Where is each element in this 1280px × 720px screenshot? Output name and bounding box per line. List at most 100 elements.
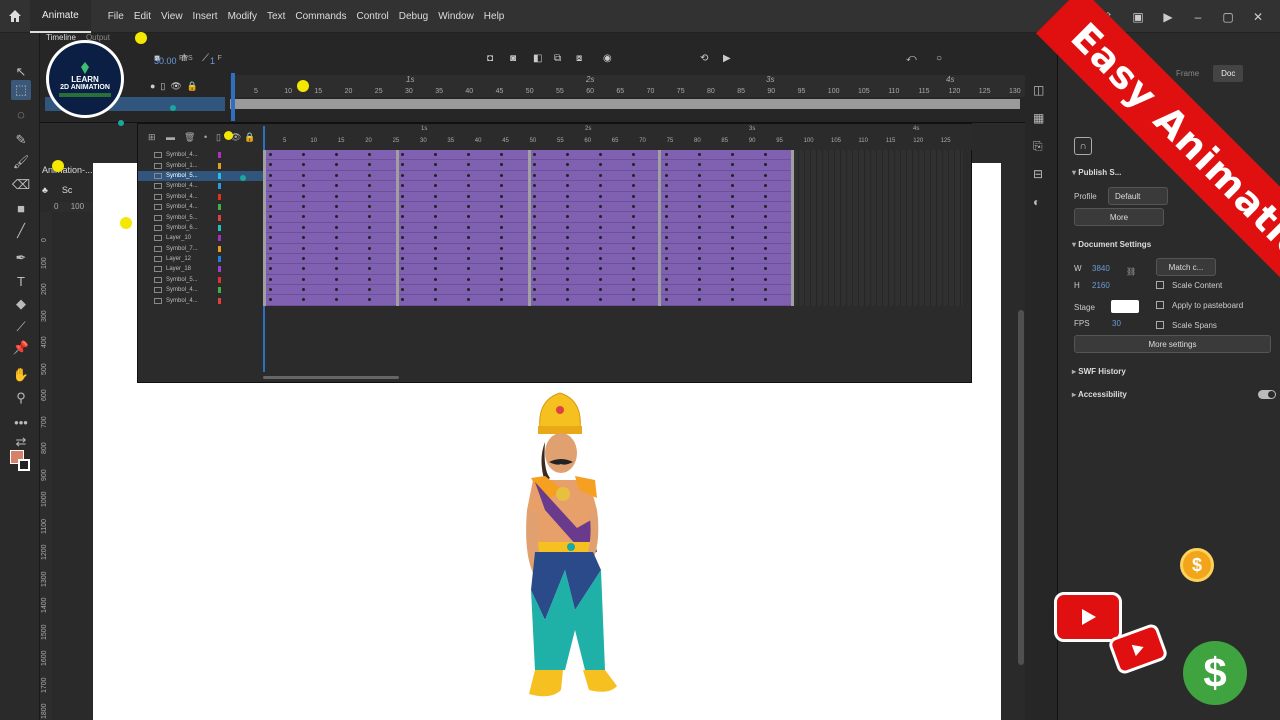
keyframe-icon[interactable]: ◘ — [487, 53, 493, 64]
menu-insert[interactable]: Insert — [188, 11, 223, 22]
stroke-color-swatch[interactable] — [18, 459, 30, 471]
graph-icon[interactable]: ⟋ — [202, 53, 209, 64]
scene-short[interactable]: Sc — [62, 185, 73, 195]
insert-frame-icon[interactable]: ◧ — [533, 53, 542, 64]
scene-label[interactable]: Animation-... — [42, 165, 94, 175]
menu-view[interactable]: View — [156, 11, 188, 22]
timeline-ruler[interactable]: 5 10 15 20 25 30 35 40 45 50 55 60 65 70 75 80 85 90 95 100… — [230, 75, 1025, 97]
menu-window[interactable]: Window — [433, 11, 479, 22]
menu-text[interactable]: Text — [262, 11, 290, 22]
match-contents-button[interactable]: Match c... — [1156, 258, 1216, 276]
layer-color-swatch[interactable] — [218, 297, 221, 304]
paint-bucket-icon[interactable]: ◆ — [12, 295, 30, 313]
playhead[interactable] — [231, 73, 235, 121]
swap-colors-icon[interactable]: ⇄ — [12, 433, 30, 451]
nested-ruler[interactable]: 5 10 15 20 25 30 35 40 45 50 55 60 65 70 75 80 85 90 95 100… — [263, 124, 973, 150]
layer-row[interactable]: Symbol_4... — [138, 150, 263, 160]
zoom-slider-knob[interactable]: ○ — [936, 53, 942, 64]
eraser-tool-icon[interactable]: ⌫ — [12, 176, 30, 194]
more-settings-button[interactable]: More settings — [1074, 335, 1271, 353]
frame-track[interactable] — [230, 99, 1020, 109]
character-illustration[interactable] — [505, 390, 640, 705]
outline-icon[interactable]: ▯ — [216, 132, 221, 143]
loop-icon[interactable]: ⟲ — [700, 53, 708, 64]
layer-row[interactable]: Symbol_5... — [138, 212, 263, 222]
create-tween-icon[interactable]: ⧉ — [554, 53, 561, 64]
accessibility-toggle[interactable] — [1258, 390, 1276, 399]
app-tab-animate[interactable]: Animate — [30, 0, 91, 33]
delete-layer-icon[interactable]: 🗑 — [184, 132, 195, 143]
close-button[interactable]: ✕ — [1252, 10, 1264, 24]
text-tool-icon[interactable]: T — [12, 272, 30, 290]
menu-commands[interactable]: Commands — [290, 11, 351, 22]
tab-frame[interactable]: Frame — [1168, 65, 1207, 82]
apply-pasteboard-checkbox[interactable] — [1156, 301, 1164, 309]
layer-color-swatch[interactable] — [218, 276, 221, 283]
menu-help[interactable]: Help — [479, 11, 510, 22]
document-settings-header[interactable]: Document Settings — [1058, 240, 1280, 249]
layer-row[interactable]: Symbol_1... — [138, 160, 263, 170]
highlight-icon[interactable]: • — [204, 132, 207, 142]
layer-color-swatch[interactable] — [218, 256, 221, 263]
pin-tool-icon[interactable]: 📌 — [12, 339, 30, 357]
free-transform-tool-icon[interactable]: ⬚ — [11, 80, 31, 100]
layer-row[interactable]: Symbol_5... — [138, 275, 263, 285]
add-layer-icon[interactable]: ⊞ — [148, 132, 156, 143]
empty-frames[interactable] — [793, 150, 963, 306]
layer-color-swatch[interactable] — [218, 224, 221, 231]
layer-row[interactable]: Symbol_4... — [138, 181, 263, 191]
menu-file[interactable]: File — [103, 11, 129, 22]
undo-icon[interactable]: ⤺ — [906, 53, 917, 64]
menu-control[interactable]: Control — [352, 11, 394, 22]
hand-tool-icon[interactable]: ✋ — [12, 366, 30, 384]
keyframe-column[interactable] — [263, 150, 266, 306]
rectangle-tool-icon[interactable]: ■ — [12, 199, 30, 217]
keyframe-column[interactable] — [528, 150, 531, 306]
keyframe-column[interactable] — [658, 150, 661, 306]
scene-icon[interactable]: ♣ — [42, 185, 48, 195]
layer-color-swatch[interactable] — [218, 214, 221, 221]
paint-brush-icon[interactable]: 🖌 — [12, 153, 30, 171]
layer-row[interactable]: Layer_18 — [138, 264, 263, 274]
keyframe-column[interactable] — [396, 150, 399, 306]
layer-color-swatch[interactable] — [218, 266, 221, 273]
lasso-tool-icon[interactable]: ◌ — [12, 105, 30, 123]
folder-icon[interactable]: ▬ — [166, 132, 175, 142]
stage-color-swatch[interactable] — [1111, 300, 1139, 313]
menu-edit[interactable]: Edit — [129, 11, 156, 22]
panel-icon[interactable]: ▣ — [1132, 10, 1144, 24]
minimize-button[interactable]: – — [1192, 10, 1204, 24]
menu-modify[interactable]: Modify — [223, 11, 262, 22]
line-tool-icon[interactable]: ╱ — [12, 222, 30, 240]
frame-readout[interactable]: 1 F — [210, 55, 222, 66]
align-icon[interactable]: ⊟ — [1033, 167, 1043, 181]
menu-debug[interactable]: Debug — [394, 11, 433, 22]
share-icon[interactable]: ⇪ — [1102, 10, 1114, 24]
layer-row[interactable]: Symbol_4... — [138, 192, 263, 202]
layer-color-swatch[interactable] — [218, 152, 221, 159]
pen-tool-icon[interactable]: ✒ — [12, 249, 30, 267]
more-button[interactable]: More — [1074, 208, 1164, 226]
layer-color-swatch[interactable] — [218, 287, 221, 294]
selection-tool-icon[interactable]: ↖ — [12, 63, 30, 81]
lock-icon[interactable]: 🔒 — [244, 132, 255, 143]
assets-icon[interactable]: ▦ — [1033, 111, 1044, 125]
layer-color-swatch[interactable] — [218, 162, 221, 169]
fps-readout[interactable]: 30.00 FPS — [154, 55, 193, 66]
play-test-icon[interactable]: ▶ — [1162, 10, 1174, 24]
fps-prop-value[interactable]: 30 — [1112, 319, 1121, 328]
eyedropper-tool-icon[interactable]: ⟋ — [12, 318, 30, 336]
swf-history-header[interactable]: SWF History — [1058, 367, 1280, 376]
link-icon[interactable]: ⛓ — [1126, 267, 1136, 276]
blank-keyframe-icon[interactable]: ◙ — [510, 53, 516, 64]
maximize-button[interactable]: ▢ — [1222, 10, 1234, 24]
layer-color-swatch[interactable] — [218, 183, 221, 190]
layer-row[interactable]: Symbol_6... — [138, 223, 263, 233]
zoom-tool-icon[interactable]: ⚲ — [12, 389, 30, 407]
layer-color-swatch[interactable] — [218, 235, 221, 242]
keyframe-column[interactable] — [791, 150, 794, 306]
layer-color-swatch[interactable] — [218, 204, 221, 211]
layer-color-swatch[interactable] — [218, 193, 221, 200]
layer-row[interactable]: Symbol_7... — [138, 244, 263, 254]
height-value[interactable]: 2160 — [1092, 281, 1110, 290]
